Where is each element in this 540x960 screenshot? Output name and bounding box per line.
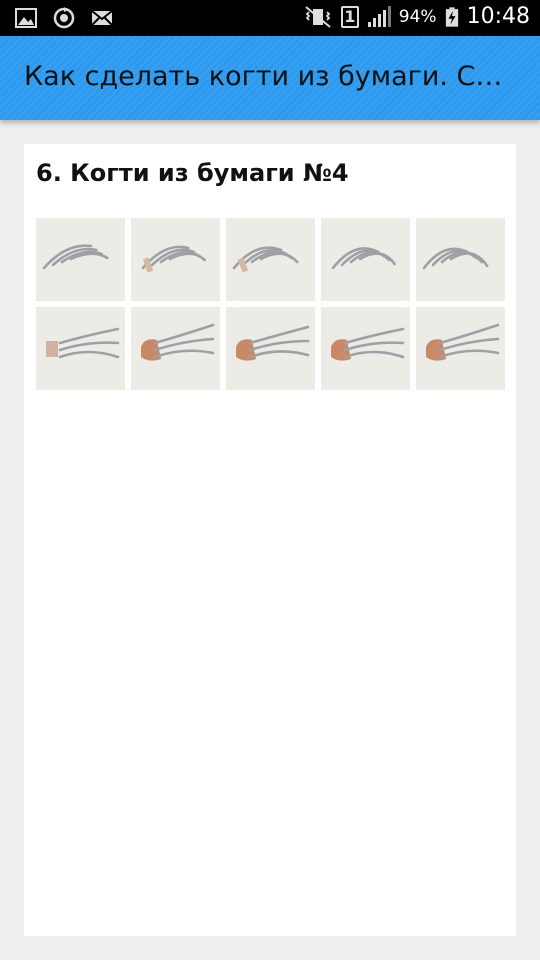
gallery-image-6[interactable] bbox=[36, 307, 125, 390]
app-bar: Как сделать когти из бумаги. С… bbox=[0, 36, 540, 120]
gallery-image-2[interactable] bbox=[131, 218, 220, 301]
battery-charging-icon bbox=[445, 6, 458, 27]
claw-photo-10 bbox=[426, 323, 500, 361]
signal-icon bbox=[367, 5, 391, 27]
claw-photo-5 bbox=[422, 247, 489, 270]
gallery-icon bbox=[15, 8, 37, 28]
gallery-image-10[interactable] bbox=[416, 307, 505, 390]
gallery-image-3[interactable] bbox=[226, 218, 315, 301]
battery-percent: 94% bbox=[398, 6, 437, 27]
gallery-image-5[interactable] bbox=[416, 218, 505, 301]
claw-photo-6 bbox=[46, 327, 120, 359]
app-bar-title: Как сделать когти из бумаги. С… bbox=[24, 61, 503, 92]
gallery-image-9[interactable] bbox=[321, 307, 410, 390]
image-gallery bbox=[36, 218, 505, 390]
claw-photo-8 bbox=[236, 325, 310, 361]
status-bar: 1 94% 10:48 bbox=[0, 0, 540, 36]
article-card: 6. Когти из бумаги №4 bbox=[24, 144, 516, 936]
gallery-image-7[interactable] bbox=[131, 307, 220, 390]
claw-photo-2 bbox=[141, 245, 206, 273]
gallery-image-1[interactable] bbox=[36, 218, 125, 301]
sim-icon: 1 bbox=[340, 5, 359, 28]
gallery-image-4[interactable] bbox=[321, 218, 410, 301]
article-title: 6. Когти из бумаги №4 bbox=[36, 159, 349, 187]
mail-icon bbox=[91, 10, 113, 26]
clock: 10:48 bbox=[466, 4, 530, 29]
gallery-image-8[interactable] bbox=[226, 307, 315, 390]
sync-icon bbox=[53, 7, 75, 29]
claw-photo-9 bbox=[331, 327, 405, 361]
claw-photo-4 bbox=[331, 247, 396, 270]
claw-photo-3 bbox=[232, 246, 299, 273]
claw-photo-1 bbox=[42, 244, 109, 270]
claw-photo-7 bbox=[141, 323, 215, 361]
vibrate-icon bbox=[305, 5, 331, 28]
